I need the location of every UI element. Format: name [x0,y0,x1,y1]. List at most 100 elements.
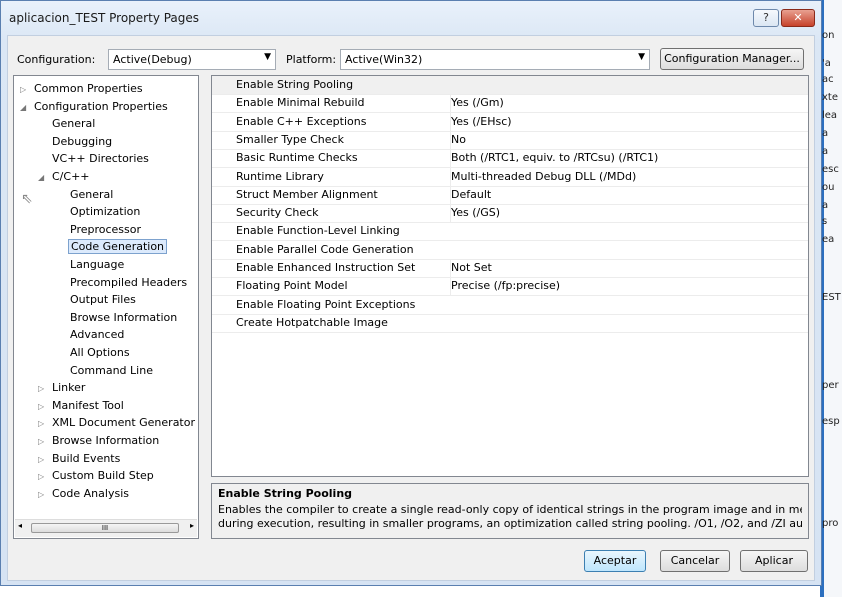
close-button[interactable]: ✕ [781,9,815,27]
tree-item[interactable]: Precompiled Headers [56,274,189,291]
property-value[interactable]: No [450,130,801,149]
tree-item[interactable]: Browse Information [56,309,179,326]
property-grid[interactable]: Enable String Pooling Enable Minimal Rebu… [211,75,809,477]
tree-item-label: Optimization [70,205,141,219]
background-window-strip: on'a ac xte lea a a esc ou a s ea EST per esp pro [820,0,842,597]
platform-dropdown[interactable]: Active(Win32) ▼ [340,49,650,70]
property-row[interactable]: Enable C++ Exceptions Yes (/EHsc) [212,112,808,132]
tree-item[interactable]: ▷ Custom Build Step [38,467,156,484]
expand-toggle-icon[interactable]: ▷ [38,433,50,450]
configuration-manager-button[interactable]: Configuration Manager... [660,48,804,70]
background-text-fragment: esc [822,164,839,175]
tree-item[interactable]: All Options [56,344,132,361]
property-name: Enable Parallel Code Generation [236,242,414,256]
property-row[interactable]: Runtime Library Multi-threaded Debug DLL … [212,167,808,187]
background-text-fragment: on [822,30,835,41]
tree-item[interactable]: ▷ Common Properties [20,80,145,97]
property-name: Enable String Pooling [236,78,354,91]
scroll-thumb[interactable]: III [31,523,179,533]
accept-button[interactable]: Aceptar [584,550,646,572]
tree-item[interactable]: ▷ XML Document Generator [38,414,197,431]
property-row[interactable]: Basic Runtime Checks Both (/RTC1, equiv. … [212,149,808,169]
property-row[interactable]: Struct Member Alignment Default [212,185,808,205]
expand-toggle-icon[interactable]: ◢ [20,99,32,116]
configuration-dropdown[interactable]: Active(Debug) ▼ [108,49,276,70]
property-row[interactable]: Smaller Type Check No [212,130,808,150]
apply-button[interactable]: Aplicar [740,550,808,572]
tree-item[interactable]: ▷ Browse Information [38,432,161,449]
tree-item[interactable]: VC++ Directories [38,150,151,167]
property-tree[interactable]: ▷ Common Properties ◢ Configuration Propert… [13,75,199,539]
property-row[interactable]: Create Hotpatchable Image [212,314,808,333]
expand-toggle-icon[interactable]: ◢ [38,169,50,186]
tree-horizontal-scrollbar[interactable]: ◂ III ▸ [15,519,197,537]
expand-toggle-icon[interactable]: ▷ [38,451,50,468]
scroll-right-icon[interactable]: ▸ [190,521,194,530]
property-value[interactable]: Both (/RTC1, equiv. to /RTCsu) (/RTC1) [450,149,801,168]
property-name: Enable Minimal Rebuild [236,96,365,110]
property-name: Basic Runtime Checks [236,151,358,165]
background-text-fragment: EST [822,292,841,303]
property-name: Security Check [236,206,319,220]
expand-toggle-icon[interactable]: ▷ [38,380,50,397]
tree-item-label: XML Document Generator [52,416,195,430]
property-row[interactable]: Enable Function-Level Linking [212,222,808,242]
property-row[interactable]: Enable String Pooling [212,76,808,95]
property-value[interactable]: Precise (/fp:precise) [450,277,801,296]
property-name: Create Hotpatchable Image [236,315,388,329]
mouse-cursor-icon: ⇖ [21,191,33,207]
tree-item[interactable]: Optimization [56,203,142,220]
tree-item[interactable]: ▷ Code Analysis [38,485,131,502]
tree-item-label: General [70,187,114,201]
property-value[interactable]: Yes (/Gm) [450,94,801,113]
tree-item[interactable]: Code Generation [56,238,168,255]
expand-toggle-icon[interactable]: ▷ [38,398,50,415]
property-value[interactable]: Yes (/EHsc) [450,112,801,131]
tree-item[interactable]: Language [56,256,126,273]
property-value[interactable]: Yes (/GS) [450,204,801,223]
help-button[interactable]: ? [753,9,779,27]
tree-item[interactable]: Advanced [56,326,126,343]
tree-item[interactable]: ▷ Manifest Tool [38,397,126,414]
tree-item[interactable]: ▷ Linker [38,379,87,396]
property-row[interactable]: Enable Minimal Rebuild Yes (/Gm) [212,94,808,114]
tree-item[interactable]: Preprocessor [56,221,143,238]
property-row[interactable]: Enable Parallel Code Generation [212,241,808,260]
tree-item-label: Code Generation [68,239,168,255]
property-name: Enable Enhanced Instruction Set [236,261,416,274]
description-line-2: during execution, resulting in smaller p… [218,517,802,530]
property-row[interactable]: Enable Floating Point Exceptions [212,296,808,315]
property-row[interactable]: Security Check Yes (/GS) [212,204,808,224]
tree-item[interactable]: General [56,186,115,203]
property-name: Runtime Library [236,169,324,183]
background-text-fragment: esp [822,416,840,427]
scroll-left-icon[interactable]: ◂ [18,521,22,530]
expand-toggle-icon[interactable]: ▷ [20,81,32,98]
property-row[interactable]: Floating Point Model Precise (/fp:precise… [212,277,808,297]
background-text-fragment: ac [822,74,834,85]
title-bar[interactable]: aplicacion_TEST Property Pages ? ✕ [1,1,821,35]
cancel-button[interactable]: Cancelar [660,550,730,572]
property-row[interactable]: Enable Enhanced Instruction Set Not Set [212,259,808,278]
tree-item[interactable]: Command Line [56,362,155,379]
platform-label: Platform: [286,53,337,66]
configuration-value: Active(Debug) [113,53,192,66]
expand-toggle-icon[interactable]: ▷ [38,468,50,485]
tree-item-label: Common Properties [34,82,143,95]
property-value[interactable]: Not Set [450,259,801,277]
property-value[interactable]: Multi-threaded Debug DLL (/MDd) [450,167,801,186]
tree-item-label: Precompiled Headers [70,275,188,289]
tree-item[interactable]: Debugging [38,133,114,150]
tree-item-label: Command Line [70,363,153,377]
expand-toggle-icon[interactable]: ▷ [38,486,50,503]
property-value[interactable]: Default [450,185,801,204]
tree-item[interactable]: ◢ C/C++ [38,168,92,185]
configuration-label: Configuration: [17,53,96,66]
expand-toggle-icon[interactable]: ▷ [38,415,50,432]
tree-item[interactable]: ▷ Build Events [38,450,122,467]
tree-item[interactable]: Output Files [56,291,138,308]
tree-item[interactable]: ◢ Configuration Properties [20,98,170,115]
background-text-fragment: s [822,216,828,227]
tree-item-label: Browse Information [52,434,160,447]
tree-item[interactable]: General [38,115,97,132]
